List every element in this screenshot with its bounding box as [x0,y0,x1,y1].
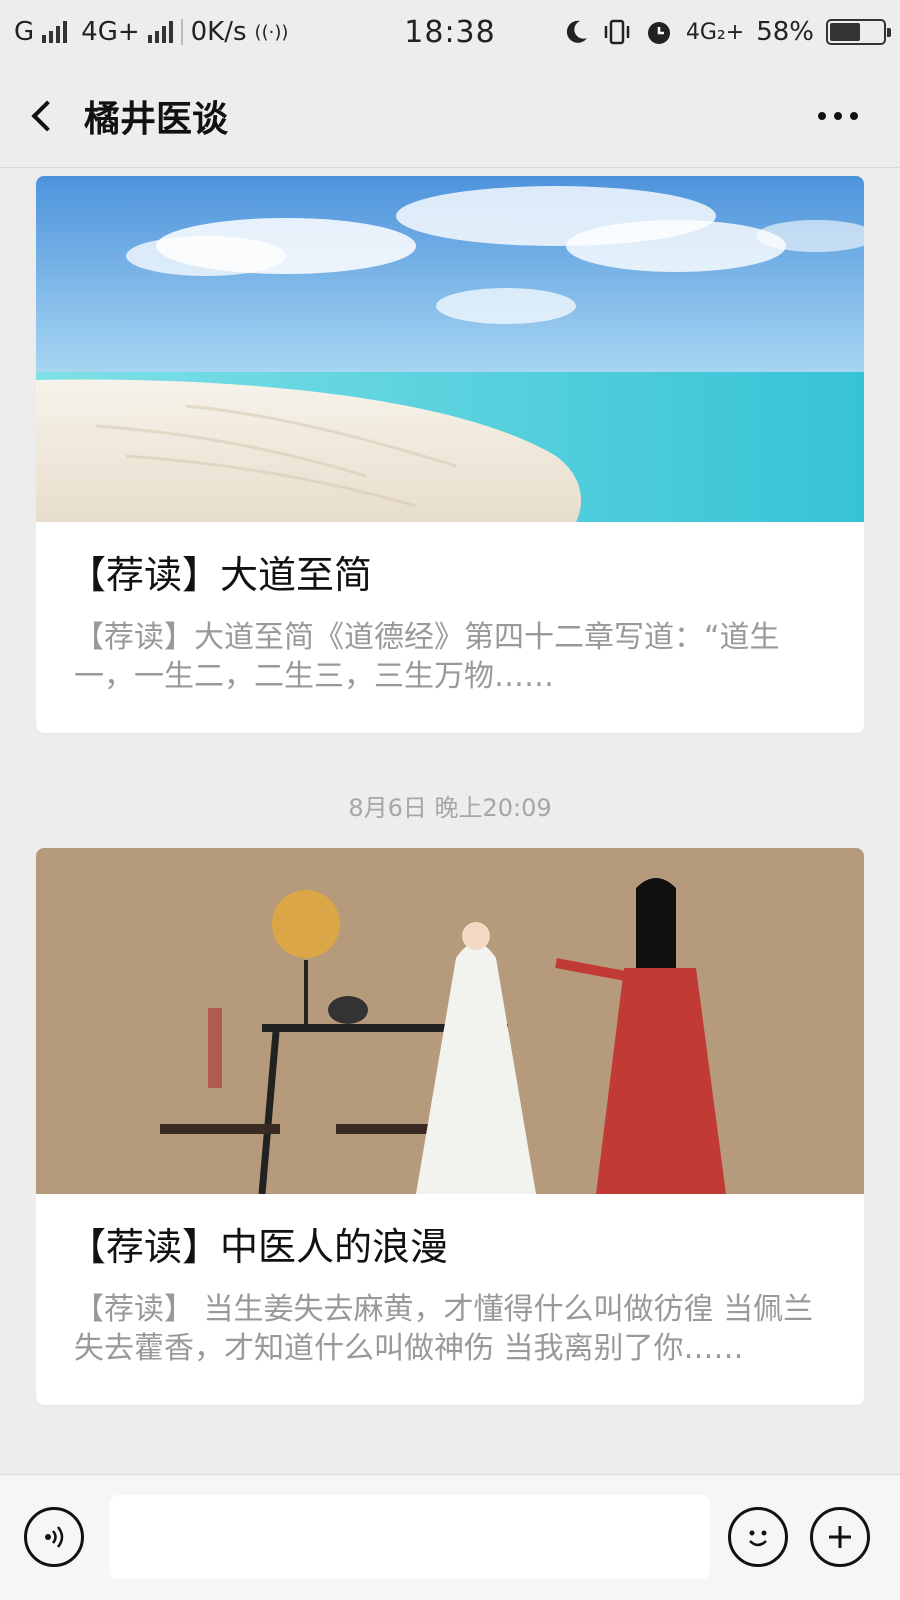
hotspot-icon: ((·)) [254,21,289,43]
network-label-2: 4G₂+ [685,19,745,45]
dot [834,112,842,120]
divider [180,19,183,45]
vibrate-icon [604,19,630,45]
battery-percent: 58% [756,17,814,47]
article-title: 【荐读】大道至简 [68,553,373,597]
chevron-left-icon [31,99,63,132]
message-list[interactable]: 【荐读】大道至简 【荐读】大道至简《道德经》第四十二章写道：“道生一，一生二，二… [0,168,900,1474]
emoji-icon [749,1530,767,1547]
article-digest: 【荐读】 当生姜失去麻黄，才懂得什么叫做彷徨 当佩兰失去藿香，才知道什么叫做神伤… [74,1291,814,1367]
emoji-button[interactable] [728,1507,788,1567]
article-cover-image [36,176,864,522]
carrier-label: G [14,17,35,47]
dot [818,112,826,120]
status-right: 4G₂+ 58% [556,17,891,47]
status-bar: G 4G+ 0K/s ((·)) 18:38 4G₂+ 58% [0,0,900,64]
screen: G 4G+ 0K/s ((·)) 18:38 4G₂+ 58% 橘井医谈 【荐读… [0,0,900,1600]
signal-icon-2 [147,21,173,43]
article-card[interactable]: 【荐读】中医人的浪漫 【荐读】 当生姜失去麻黄，才懂得什么叫做彷徨 当佩兰失去藿… [36,848,864,1406]
alarm-icon [647,22,670,44]
voice-button[interactable] [24,1507,84,1567]
nav-bar: 橘井医谈 [0,64,900,168]
moon-icon [566,20,587,43]
article-cover-image [36,848,864,1194]
clock: 18:38 [404,14,496,50]
article-title: 【荐读】中医人的浪漫 [68,1225,449,1269]
signal-icon [42,21,68,43]
painting-image [36,848,864,1194]
article-body: 【荐读】中医人的浪漫 【荐读】 当生姜失去麻黄，才懂得什么叫做彷徨 当佩兰失去藿… [36,1194,864,1405]
status-left: G 4G+ 0K/s ((·)) [14,17,344,47]
page-title: 橘井医谈 [84,98,229,140]
article-card[interactable]: 【荐读】大道至简 【荐读】大道至简《道德经》第四十二章写道：“道生一，一生二，二… [36,176,864,734]
message-timestamp: 8月6日 晚上20:09 [348,794,552,822]
plus-icon [829,1526,851,1548]
input-bar [0,1474,900,1600]
network-speed: 0K/s [190,17,247,47]
battery-icon [826,19,891,45]
message-input[interactable] [110,1495,710,1579]
beach-image [36,176,864,522]
voice-icon [45,1526,64,1548]
network-label: 4G+ [81,17,140,47]
plus-button[interactable] [810,1507,870,1567]
article-digest: 【荐读】大道至简《道德经》第四十二章写道：“道生一，一生二，二生三，三生万物…… [74,619,780,695]
article-body: 【荐读】大道至简 【荐读】大道至简《道德经》第四十二章写道：“道生一，一生二，二… [36,522,864,733]
back-button[interactable] [0,64,84,168]
dot [850,112,858,120]
battery-fill [830,23,861,41]
more-button[interactable] [818,64,858,168]
